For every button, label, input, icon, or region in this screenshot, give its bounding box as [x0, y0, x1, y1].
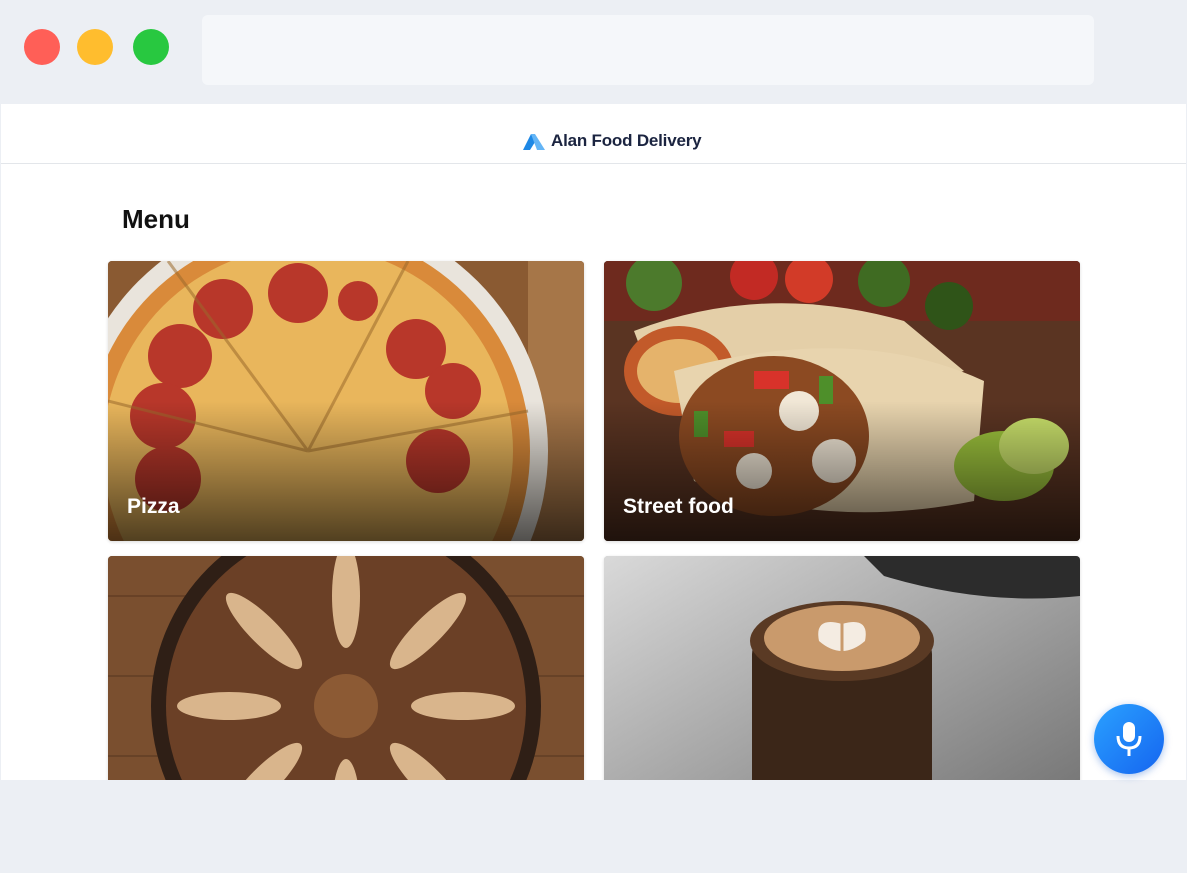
coffee-image	[604, 556, 1080, 780]
page-viewport: Alan Food Delivery Menu Pizza Street foo…	[1, 104, 1186, 780]
address-bar[interactable]	[202, 15, 1094, 85]
category-label: Pizza	[127, 495, 180, 518]
category-card-coffee[interactable]	[604, 556, 1080, 780]
category-card-pizza[interactable]: Pizza	[108, 261, 584, 541]
page-title: Menu	[122, 204, 190, 234]
alan-logo-icon	[523, 134, 545, 150]
minimize-window-button[interactable]	[77, 29, 113, 65]
category-label: Street food	[623, 495, 734, 518]
card-shade	[604, 401, 1080, 541]
voice-assistant-button[interactable]	[1094, 704, 1164, 774]
category-card-pie[interactable]	[108, 556, 584, 780]
browser-window: Alan Food Delivery Menu Pizza Street foo…	[0, 0, 1187, 873]
pie-image	[108, 556, 584, 780]
card-shade	[108, 401, 584, 541]
app-header: Alan Food Delivery	[1, 104, 1186, 164]
microphone-icon	[1116, 722, 1142, 756]
window-bottom-area	[0, 780, 1187, 873]
brand-name: Alan Food Delivery	[551, 131, 702, 150]
maximize-window-button[interactable]	[133, 29, 169, 65]
title-bar	[0, 0, 1187, 104]
close-window-button[interactable]	[24, 29, 60, 65]
category-card-street-food[interactable]: Street food	[604, 261, 1080, 541]
brand[interactable]: Alan Food Delivery	[523, 130, 702, 152]
